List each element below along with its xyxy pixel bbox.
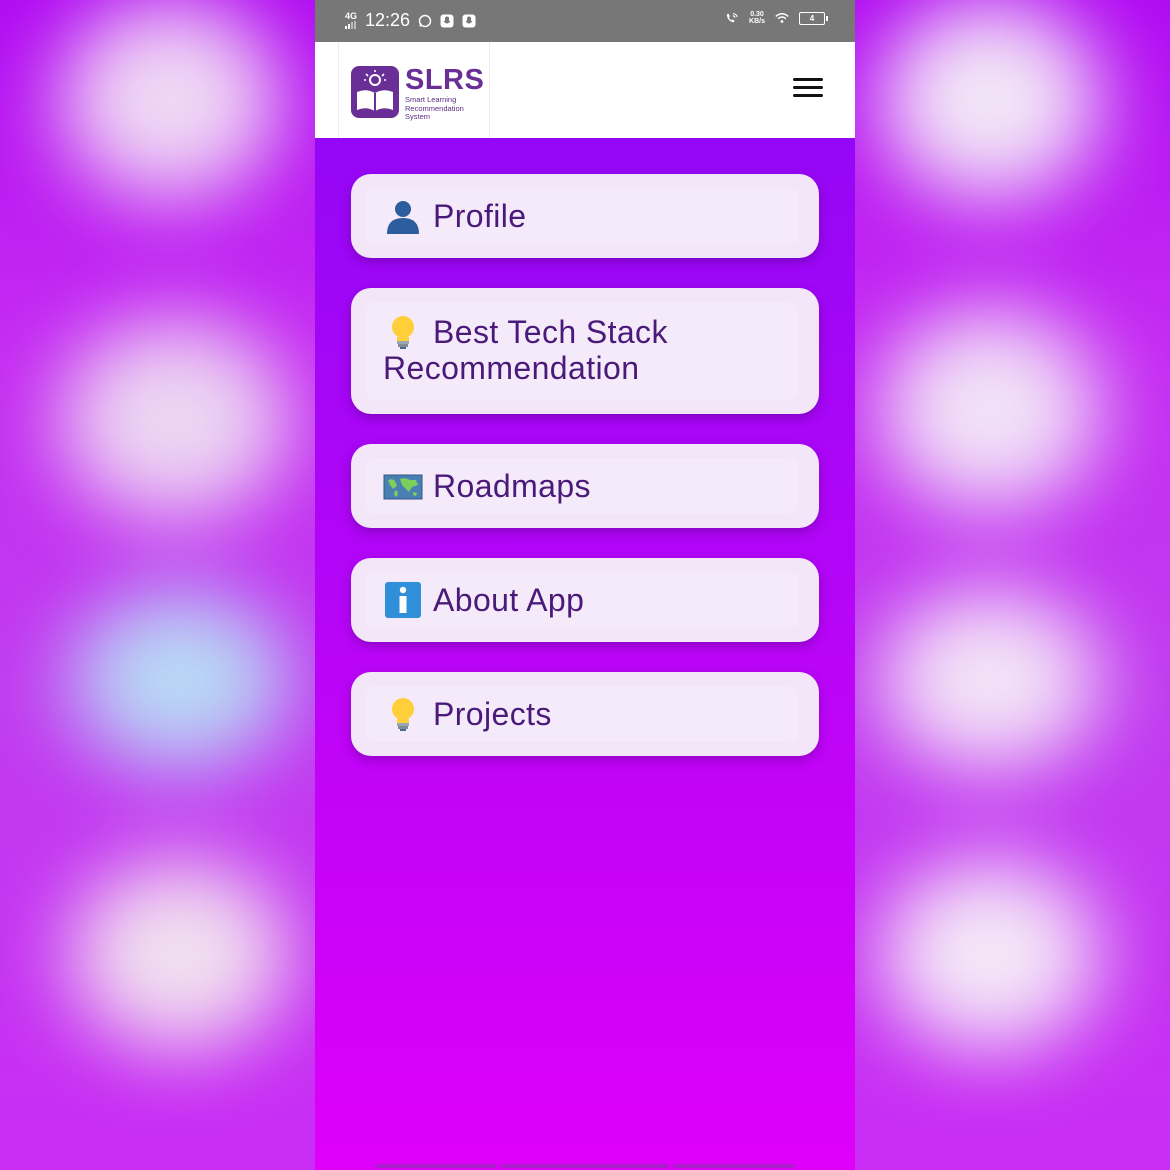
menu-item-label: Profile <box>433 198 527 234</box>
network-indicator: 4G <box>345 12 357 29</box>
background-blob <box>70 860 290 1050</box>
nav-hint-bar <box>375 1164 497 1168</box>
background-blob <box>880 860 1100 1050</box>
person-icon <box>383 198 423 234</box>
battery-icon: 4 <box>799 11 828 25</box>
menu-item-label: Best Tech Stack <box>433 314 668 350</box>
speed-value: 0.30 <box>750 11 764 18</box>
logo-title: SLRS <box>405 64 485 96</box>
menu-item-label: Roadmaps <box>433 468 591 504</box>
hamburger-icon-bar <box>793 86 823 89</box>
menu-item-label: Projects <box>433 696 552 732</box>
world-map-icon <box>383 468 423 504</box>
status-bar: 4G 12:26 0.30 KB/s 4 <box>315 0 855 42</box>
whatsapp-icon <box>418 14 432 28</box>
info-icon <box>383 582 423 618</box>
microphone-app-icon <box>440 14 454 28</box>
network-type: 4G <box>345 11 358 21</box>
nav-hint-bar <box>673 1164 795 1168</box>
menu-item-label: Recommendation <box>383 350 640 386</box>
menu-item-roadmaps[interactable]: Roadmaps <box>351 444 819 528</box>
signal-icon <box>345 21 356 29</box>
menu-item-label: About App <box>433 582 585 618</box>
hamburger-menu-button[interactable] <box>793 78 823 102</box>
menu-item-projects[interactable]: Projects <box>351 672 819 756</box>
microphone-app-icon <box>462 14 476 28</box>
app-header: SLRS Smart Learning Recommendation Syste… <box>315 42 855 138</box>
menu-item-content: Projects <box>383 696 552 732</box>
status-left: 4G 12:26 <box>345 10 476 31</box>
lightbulb-icon <box>383 314 423 350</box>
background-blob <box>60 0 280 200</box>
speed-unit: KB/s <box>749 18 765 25</box>
book-lightbulb-icon <box>351 66 399 118</box>
hamburger-icon-bar <box>793 94 823 97</box>
wifi-icon <box>775 11 789 25</box>
menu-item-about-app[interactable]: About App <box>351 558 819 642</box>
background-blob <box>70 590 290 770</box>
logo-subtitle-line: System <box>405 112 431 121</box>
wifi-calling-icon <box>725 11 739 25</box>
network-speed: 0.30 KB/s <box>749 11 765 25</box>
nav-hint-bar <box>501 1164 669 1168</box>
menu-item-content: About App <box>383 582 584 618</box>
lightbulb-icon <box>383 696 423 732</box>
hamburger-icon <box>793 78 823 81</box>
background-blob <box>880 590 1100 770</box>
status-right: 0.30 KB/s 4 <box>725 11 828 25</box>
phone-screen: 4G 12:26 0.30 KB/s 4 SLRS Smart Learning… <box>315 0 855 1170</box>
menu-item-content: Best Tech Stack Recommendation <box>383 314 668 386</box>
main-menu: Profile Best Tech Stack Recommendation R… <box>351 174 819 786</box>
background-blob <box>880 310 1100 510</box>
background-blob <box>880 0 1100 200</box>
logo-subtitle: Smart Learning Recommendation System <box>405 95 485 122</box>
menu-item-content: Profile <box>383 198 527 234</box>
app-logo[interactable]: SLRS Smart Learning Recommendation Syste… <box>338 42 490 138</box>
menu-item-profile[interactable]: Profile <box>351 174 819 258</box>
menu-item-content: Roadmaps <box>383 468 591 504</box>
menu-item-best-tech-stack[interactable]: Best Tech Stack Recommendation <box>351 288 819 414</box>
battery-level: 4 <box>809 13 815 23</box>
background-blob <box>60 320 290 520</box>
status-time: 12:26 <box>365 10 411 30</box>
